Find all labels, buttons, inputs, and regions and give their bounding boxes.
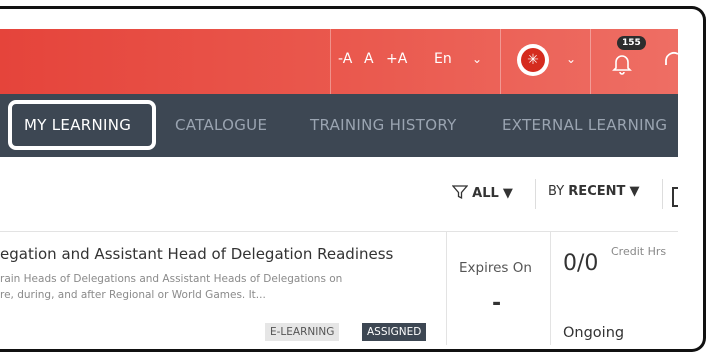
bell-icon[interactable] — [612, 53, 632, 75]
course-title[interactable]: egation and Assistant Head of Delegation… — [0, 245, 393, 263]
filter-divider — [535, 179, 536, 209]
course-description: rain Heads of Delegations and Assistant … — [0, 271, 342, 303]
topbar-divider — [330, 29, 331, 94]
topbar-divider — [500, 29, 501, 94]
filter-divider — [662, 179, 663, 209]
expires-label: Expires On — [459, 260, 532, 276]
highlight-annotation — [8, 100, 156, 150]
column-divider — [550, 231, 551, 345]
font-decrease-button[interactable]: -A — [338, 51, 352, 67]
font-increase-button[interactable]: +A — [386, 51, 407, 67]
headset-icon[interactable] — [664, 49, 678, 73]
type-filter[interactable]: ALL ▼ — [451, 184, 513, 201]
filter-icon — [451, 185, 469, 200]
course-type-tag: E-LEARNING — [265, 323, 340, 341]
course-status-tag: ASSIGNED — [362, 323, 427, 341]
nav-tab-external-learning[interactable]: EXTERNAL LEARNING — [502, 116, 667, 134]
language-selector[interactable]: En — [434, 51, 452, 67]
top-bar: -A A +A En ⌄ ✳ ⌄ 155 — [0, 29, 678, 94]
screenshot-frame: -A A +A En ⌄ ✳ ⌄ 155 MY LEARNING CATALOG… — [0, 6, 706, 352]
chevron-down-icon[interactable]: ⌄ — [472, 52, 482, 66]
course-description-line: re, during, and after Regional or World … — [0, 289, 266, 301]
caret-down-icon: ▼ — [502, 186, 513, 201]
credit-progress: 0/0 — [563, 251, 599, 276]
column-divider — [446, 231, 447, 345]
font-normal-button[interactable]: A — [364, 51, 374, 67]
type-filter-label: ALL — [472, 186, 499, 201]
credit-label: Credit Hrs — [611, 245, 667, 258]
caret-down-icon: ▼ — [629, 184, 640, 199]
nav-tab-catalogue[interactable]: CATALOGUE — [175, 116, 267, 134]
chevron-down-icon[interactable]: ⌄ — [566, 52, 576, 66]
sort-prefix: BY — [548, 184, 565, 199]
sort-dropdown[interactable]: BY RECENT ▼ — [548, 184, 640, 199]
view-toggle-icon[interactable] — [672, 187, 678, 207]
sort-value: RECENT — [568, 184, 626, 199]
app-viewport: -A A +A En ⌄ ✳ ⌄ 155 MY LEARNING CATALOG… — [0, 29, 678, 345]
expires-value: - — [492, 291, 502, 316]
course-progress-status: Ongoing — [563, 325, 625, 341]
topbar-divider — [590, 29, 591, 94]
avatar[interactable]: ✳ — [517, 44, 549, 76]
nav-tab-training-history[interactable]: TRAINING HISTORY — [310, 116, 457, 134]
course-description-line: rain Heads of Delegations and Assistant … — [0, 273, 343, 285]
notification-badge: 155 — [617, 36, 646, 50]
emblem-icon: ✳ — [521, 48, 545, 72]
card-divider — [0, 231, 678, 232]
